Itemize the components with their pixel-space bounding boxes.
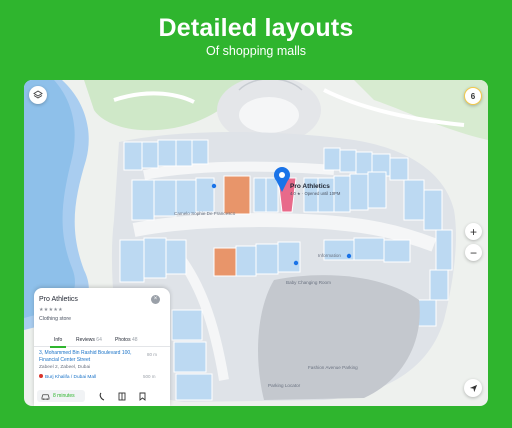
place-category: Clothing store bbox=[39, 316, 72, 322]
tab-photos[interactable]: Photos 48 bbox=[115, 337, 138, 343]
layers-icon bbox=[33, 90, 43, 99]
tab-photos-count: 48 bbox=[131, 337, 138, 343]
map-label-information: Information bbox=[318, 253, 341, 258]
address-distance: 80 m bbox=[147, 352, 158, 357]
parking-area bbox=[258, 275, 420, 400]
pin-subtitle: 4.0 ★ · Opened until 10PM bbox=[290, 191, 341, 196]
tab-reviews-count: 64 bbox=[96, 337, 102, 343]
call-button[interactable] bbox=[96, 391, 108, 402]
layers-button[interactable] bbox=[29, 86, 47, 104]
store-orange-bottom bbox=[213, 247, 237, 277]
close-button[interactable]: × bbox=[151, 295, 160, 304]
floor-button[interactable]: 6 bbox=[464, 87, 482, 105]
metro-distance: 500 m bbox=[143, 374, 156, 379]
tab-info[interactable]: Info bbox=[54, 337, 62, 343]
card-actions: 8 minutes bbox=[34, 388, 170, 406]
tab-info-label: Info bbox=[54, 337, 63, 343]
bookmark-button[interactable] bbox=[136, 391, 148, 402]
tab-reviews-label: Reviews bbox=[76, 337, 95, 343]
map-label-baby-changing: Baby Changing Room bbox=[286, 280, 331, 285]
place-card-title: Pro Athletics bbox=[39, 296, 78, 303]
place-card: Pro Athletics × ★★★★★ Clothing store Inf… bbox=[34, 288, 170, 406]
car-icon bbox=[41, 393, 50, 400]
route-time: 8 minutes bbox=[53, 393, 75, 399]
zoom-in-button[interactable]: + bbox=[465, 223, 482, 240]
zoom-out-button[interactable]: − bbox=[465, 244, 482, 261]
promo-subline: Of shopping malls bbox=[205, 44, 307, 58]
phone-icon bbox=[99, 392, 104, 401]
map-label-store-a: Camelo Sophie De Francesco bbox=[174, 211, 236, 216]
active-tab-indicator bbox=[50, 346, 66, 348]
district-text: Zabeel 2, Zabeel, Dubai bbox=[39, 365, 91, 370]
building-icon bbox=[118, 392, 126, 401]
metro-name: Burj Khalifa / Dubai Mall bbox=[45, 375, 97, 380]
metro-icon bbox=[39, 374, 43, 378]
navigation-button[interactable] bbox=[464, 379, 482, 397]
store-orange-top bbox=[223, 175, 251, 215]
metro-link[interactable]: Burj Khalifa / Dubai Mall bbox=[39, 374, 96, 380]
tab-photos-label: Photos bbox=[115, 337, 131, 343]
tab-reviews[interactable]: Reviews 64 bbox=[76, 337, 102, 343]
map-label-parking: Parking Locator bbox=[268, 383, 301, 388]
bookmark-icon bbox=[139, 392, 145, 401]
promo-headline: Detailed layouts bbox=[158, 14, 354, 42]
route-button[interactable]: 8 minutes bbox=[37, 390, 85, 402]
entrances-button[interactable] bbox=[116, 391, 128, 402]
map-label-fashion-parking: Fashion Avenue Parking bbox=[308, 365, 358, 370]
rating-stars: ★★★★★ bbox=[39, 307, 63, 313]
place-tabs: Info Reviews 64 Photos 48 bbox=[34, 333, 170, 348]
map-app-screen: Camelo Sophie De Francesco Information B… bbox=[24, 80, 488, 406]
address-link[interactable]: 3, Mohammed Bin Rashid Boulevard 100, Fi… bbox=[39, 350, 139, 363]
navigation-arrow-icon bbox=[469, 384, 477, 392]
pin-title[interactable]: Pro Athletics bbox=[290, 183, 330, 190]
